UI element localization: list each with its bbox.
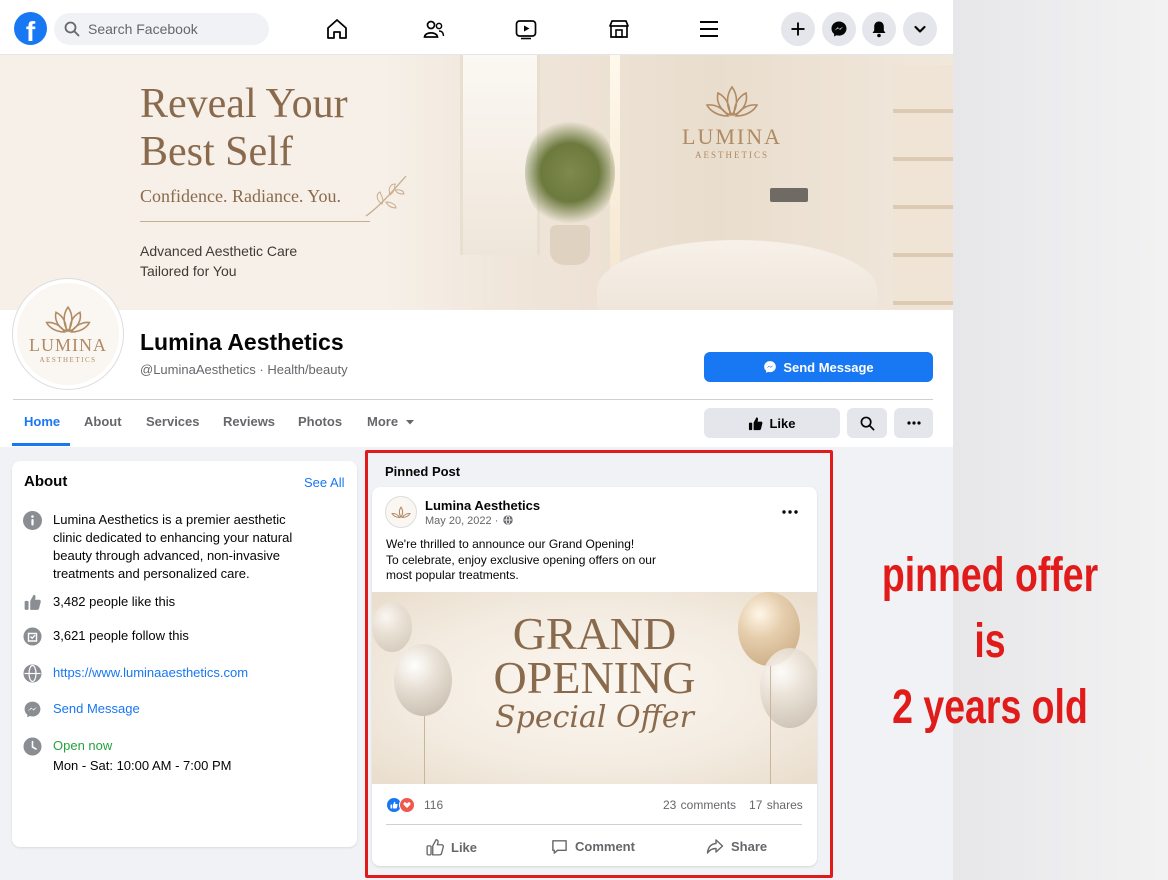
follow-icon	[23, 627, 42, 646]
cover-wall-logo-sub: AESTHETICS	[695, 150, 769, 160]
cover-shelves	[893, 65, 953, 310]
annotation-line2: 2 years old	[892, 681, 1088, 734]
clock-icon	[23, 737, 42, 756]
like-page-button[interactable]: Like	[704, 408, 840, 438]
cover-headline-line2: Best Self	[140, 129, 293, 175]
notifications-button[interactable]	[862, 12, 896, 46]
cover-plant-pot	[550, 225, 590, 265]
tab-more[interactable]: More	[367, 414, 415, 429]
search-icon	[64, 21, 80, 37]
marketplace-icon[interactable]	[604, 14, 634, 44]
cover-tagline-rule	[140, 221, 370, 222]
cover-subtext-line1: Advanced Aesthetic Care	[140, 243, 298, 259]
about-followers: 3,621 people follow this	[53, 628, 189, 643]
tab-reviews[interactable]: Reviews	[223, 414, 275, 429]
tab-services[interactable]: Services	[146, 414, 200, 429]
like-page-label: Like	[769, 415, 796, 431]
menu-icon[interactable]	[694, 14, 724, 44]
search-input[interactable]	[88, 21, 258, 37]
thumbs-up-icon	[749, 416, 763, 430]
profile-avatar[interactable]: LUMINA AESTHETICS	[13, 279, 123, 389]
cover-headline: Reveal Your Best Self	[140, 80, 420, 176]
chevron-down-icon	[914, 25, 926, 33]
see-all-link[interactable]: See All	[304, 475, 344, 490]
facebook-logo[interactable]: f	[14, 12, 47, 45]
website-link[interactable]: https://www.luminaaesthetics.com	[53, 664, 248, 682]
home-icon[interactable]	[322, 14, 352, 44]
friends-icon[interactable]	[419, 14, 449, 44]
ellipsis-icon	[906, 421, 921, 425]
cover-wall-logo-name: LUMINA	[682, 124, 782, 149]
caret-down-icon	[405, 420, 414, 425]
about-likes: 3,482 people like this	[53, 594, 176, 609]
bell-icon	[872, 21, 886, 38]
avatar-logo-sub: AESTHETICS	[39, 355, 97, 364]
leaf-sprig-icon	[365, 175, 407, 217]
cover-headline-line1: Reveal Your	[140, 81, 348, 127]
annotation-highlight-box	[365, 450, 833, 878]
send-message-label: Send Message	[783, 359, 874, 375]
messenger-button[interactable]	[822, 12, 856, 46]
tab-about[interactable]: About	[84, 414, 122, 429]
search-icon	[860, 416, 874, 430]
cover-subtext-line2: Tailored for You	[140, 263, 237, 279]
open-status: Open now	[53, 738, 113, 753]
cover-subtext: Advanced Aesthetic Care Tailored for You	[140, 241, 297, 281]
search-bar[interactable]	[54, 13, 269, 45]
cover-monitor	[770, 188, 808, 202]
opening-hours: Mon - Sat: 10:00 AM - 7:00 PM	[53, 758, 232, 773]
active-tab-indicator	[12, 443, 70, 446]
account-button[interactable]	[903, 12, 937, 46]
avatar-logo-name: LUMINA	[29, 334, 107, 355]
tab-home[interactable]: Home	[24, 414, 60, 429]
page-handle-category: @LuminaAesthetics · Health/beauty	[140, 362, 348, 377]
tab-more-label: More	[367, 414, 399, 429]
profile-divider	[13, 399, 933, 400]
send-message-button[interactable]: Send Message	[704, 352, 933, 382]
cover-wall-logo: LUMINA AESTHETICS	[676, 85, 788, 160]
about-heading: About	[24, 473, 68, 490]
messenger-icon	[764, 361, 777, 373]
annotation-note: pinned offer is 2 years old	[873, 543, 1107, 741]
lotus-icon	[705, 85, 759, 117]
messenger-icon	[831, 21, 847, 37]
create-button[interactable]	[781, 12, 815, 46]
globe-icon	[23, 664, 42, 683]
page-title: Lumina Aesthetics	[140, 329, 344, 355]
about-send-message-link[interactable]: Send Message	[53, 700, 140, 718]
info-icon	[23, 511, 42, 530]
plus-icon	[791, 22, 805, 36]
about-description: Lumina Aesthetics is a premier aesthetic…	[53, 512, 293, 581]
annotation-line1: pinned offer is	[881, 549, 1099, 668]
lotus-icon	[45, 305, 91, 333]
messenger-icon	[24, 701, 41, 718]
thumbs-up-icon	[24, 594, 41, 610]
more-options-button[interactable]	[894, 408, 933, 438]
cover-reception-desk	[597, 240, 877, 310]
cover-tagline: Confidence. Radiance. You.	[140, 186, 341, 206]
tab-photos[interactable]: Photos	[298, 414, 342, 429]
search-page-button[interactable]	[847, 408, 887, 438]
cover-plant	[525, 115, 615, 230]
watch-icon[interactable]	[511, 14, 541, 44]
